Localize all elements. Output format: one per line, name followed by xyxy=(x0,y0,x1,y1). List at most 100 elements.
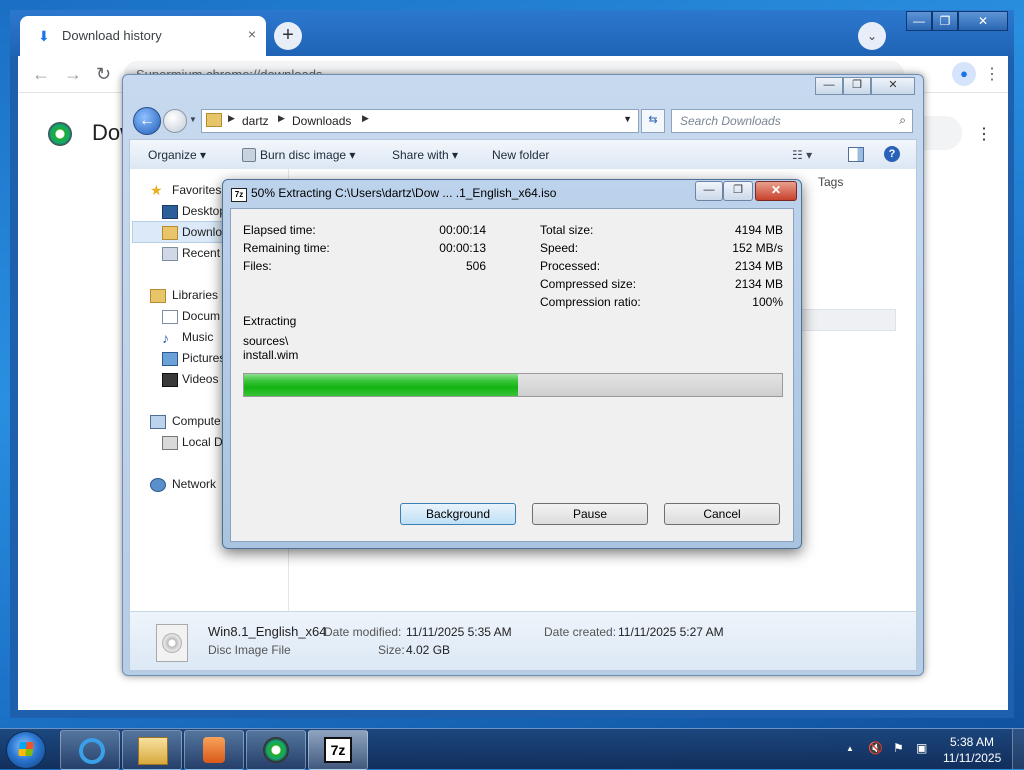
taskbar-internet-explorer[interactable] xyxy=(60,730,120,770)
nav-computer[interactable]: Compute xyxy=(172,414,221,428)
downloads-menu-icon[interactable]: ⋮ xyxy=(976,124,992,144)
browser-maximize-button[interactable]: ❐ xyxy=(932,11,958,31)
details-size-label: Size: xyxy=(378,643,405,657)
file-row-highlight[interactable] xyxy=(798,309,896,331)
tab-download-history[interactable]: ⬇ Download history × xyxy=(20,16,266,56)
explorer-maximize-button[interactable]: ❐ xyxy=(843,77,871,95)
help-icon[interactable]: ? xyxy=(884,146,900,162)
taskbar-file-explorer[interactable] xyxy=(122,730,182,770)
tab-search-button[interactable]: ⌄ xyxy=(858,22,886,50)
new-tab-button[interactable]: + xyxy=(274,22,302,50)
dialog-close-button[interactable]: ✕ xyxy=(755,181,797,201)
explorer-minimize-button[interactable]: — xyxy=(815,77,843,95)
tab-title: Download history xyxy=(62,28,162,43)
details-file-type: Disc Image File xyxy=(208,643,291,657)
disc-image-file-icon xyxy=(156,624,188,662)
breadcrumb-downloads[interactable]: Downloads xyxy=(292,114,351,128)
breadcrumb-separator-icon[interactable]: ▶ xyxy=(278,113,285,124)
total-size-label: Total size: xyxy=(540,223,594,237)
details-size: 4.02 GB xyxy=(406,643,451,657)
taskbar-media-player[interactable] xyxy=(184,730,244,770)
action-center-flag-icon[interactable]: ⚑ xyxy=(893,741,904,755)
taskbar-supermium-browser[interactable] xyxy=(246,730,306,770)
media-player-icon xyxy=(203,737,225,763)
speed-label: Speed: xyxy=(540,241,579,255)
details-date-created: 11/11/2025 5:27 AM xyxy=(618,625,724,639)
recent-pages-dropdown-icon[interactable]: ▼ xyxy=(189,115,197,124)
dialog-title: 50% Extracting C:\Users\dartz\Dow ... .1… xyxy=(251,186,557,200)
background-button[interactable]: Background xyxy=(400,503,516,525)
nav-local-disk[interactable]: Local Di xyxy=(182,435,225,449)
back-icon[interactable]: ← xyxy=(32,64,50,85)
dialog-maximize-button[interactable]: ❐ xyxy=(723,181,753,201)
pause-button[interactable]: Pause xyxy=(532,503,648,525)
downloads-folder-icon xyxy=(162,226,178,240)
progress-bar xyxy=(243,373,783,397)
nav-network[interactable]: Network xyxy=(172,477,216,491)
share-with-button[interactable]: Share with ▾ xyxy=(392,148,458,162)
music-icon: ♪ xyxy=(162,330,169,346)
nav-libraries[interactable]: Libraries xyxy=(172,288,218,302)
nav-downloads[interactable]: Downlo xyxy=(182,225,222,239)
nav-favorites[interactable]: Favorites xyxy=(172,183,221,197)
browser-tab-strip: ⬇ Download history × + ⌄ — ❐ ✕ xyxy=(10,10,1014,56)
refresh-icon[interactable]: ⇆ xyxy=(641,109,665,133)
explorer-address-bar[interactable]: ▶ dartz ▶ Downloads ▶ ▼ xyxy=(201,109,639,133)
documents-icon xyxy=(162,310,178,324)
new-folder-button[interactable]: New folder xyxy=(492,148,549,162)
browser-close-button[interactable]: ✕ xyxy=(958,11,1008,31)
profile-icon[interactable]: ● xyxy=(952,62,976,86)
folder-icon xyxy=(206,113,222,127)
explorer-search-input[interactable]: Search Downloads ⌕ xyxy=(671,109,913,133)
7zip-icon: 7z xyxy=(231,188,247,202)
show-desktop-button[interactable] xyxy=(1012,729,1024,769)
taskbar: 7z ▲ 🔇 ⚑ ▣ 5:38 AM 11/11/2025 xyxy=(0,728,1024,770)
nav-music[interactable]: Music xyxy=(182,330,213,344)
compressed-size-label: Compressed size: xyxy=(540,277,637,291)
explorer-close-button[interactable]: ✕ xyxy=(871,77,915,95)
breadcrumb-separator-icon[interactable]: ▶ xyxy=(362,113,369,124)
explorer-back-button[interactable]: ← xyxy=(133,107,161,135)
start-button[interactable] xyxy=(6,731,46,769)
nav-videos[interactable]: Videos xyxy=(182,372,218,386)
nav-documents[interactable]: Docum xyxy=(182,309,220,323)
clock-date[interactable]: 11/11/2025 xyxy=(943,751,1001,765)
breadcrumb-separator-icon[interactable]: ▶ xyxy=(228,113,235,124)
progress-bar-fill xyxy=(244,374,519,396)
clock-time[interactable]: 5:38 AM xyxy=(950,735,994,749)
preview-pane-icon[interactable] xyxy=(848,147,864,162)
elapsed-time-value: 00:00:14 xyxy=(439,223,486,237)
files-label: Files: xyxy=(243,259,272,273)
network-status-icon[interactable]: ▣ xyxy=(916,741,927,755)
browser-minimize-button[interactable]: — xyxy=(906,11,932,31)
tab-close-icon[interactable]: × xyxy=(248,26,256,42)
dialog-minimize-button[interactable]: — xyxy=(695,181,723,201)
nav-desktop[interactable]: Desktop xyxy=(182,204,226,218)
change-view-icon[interactable]: ☷ ▾ xyxy=(792,148,812,162)
forward-icon[interactable]: → xyxy=(64,64,82,85)
volume-muted-icon[interactable]: 🔇 xyxy=(868,741,883,755)
libraries-icon xyxy=(150,289,166,303)
compression-ratio-label: Compression ratio: xyxy=(540,295,641,309)
burn-disc-image-button[interactable]: Burn disc image ▾ xyxy=(260,148,355,162)
details-file-name: Win8.1_English_x64 xyxy=(208,624,327,639)
column-header-tags[interactable]: Tags xyxy=(818,175,843,189)
details-pane: Win8.1_English_x64 Disc Image File Date … xyxy=(129,611,917,671)
details-date-created-label: Date created: xyxy=(544,625,617,639)
nav-pictures[interactable]: Pictures xyxy=(182,351,225,365)
browser-menu-icon[interactable]: ⋮ xyxy=(984,64,1000,84)
files-value: 506 xyxy=(465,259,486,273)
network-icon xyxy=(150,478,166,492)
processed-value: 2134 MB xyxy=(734,259,783,273)
breadcrumb-dartz[interactable]: dartz xyxy=(242,114,269,128)
reload-icon[interactable]: ↻ xyxy=(96,64,111,85)
explorer-forward-button[interactable] xyxy=(163,109,187,133)
details-date-modified-label: Date modified: xyxy=(324,625,402,639)
cancel-button[interactable]: Cancel xyxy=(664,503,780,525)
videos-icon xyxy=(162,373,178,387)
organize-button[interactable]: Organize ▾ xyxy=(148,148,206,162)
address-history-dropdown-icon[interactable]: ▼ xyxy=(623,114,632,124)
taskbar-7zip[interactable]: 7z xyxy=(308,730,368,770)
show-hidden-icons-arrow[interactable]: ▲ xyxy=(846,744,854,753)
search-icon[interactable]: ⌕ xyxy=(899,113,906,128)
